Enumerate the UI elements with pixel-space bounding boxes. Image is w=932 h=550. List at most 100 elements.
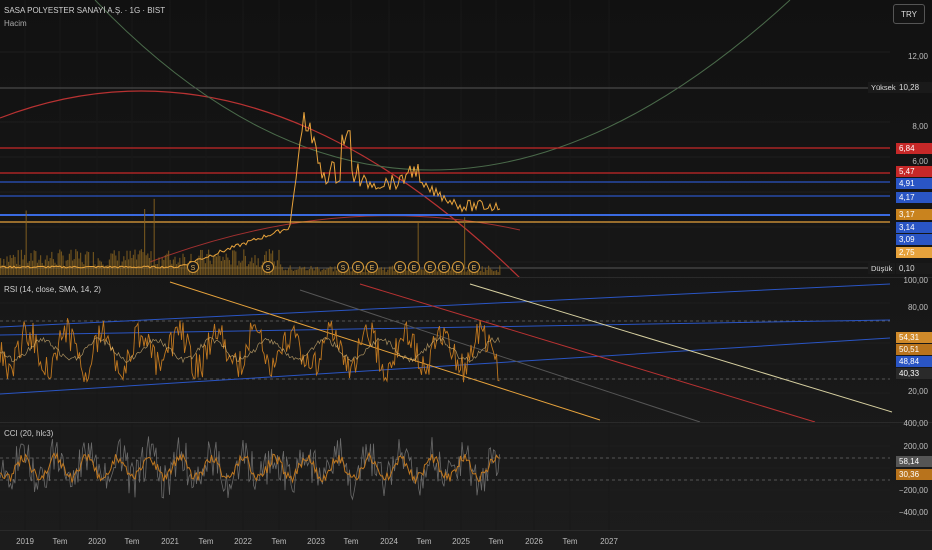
volume-bar [249,261,251,275]
time-axis-label: Tem [271,537,287,546]
time-axis-label: Tem [198,537,214,546]
volume-bar [377,268,379,275]
volume-bar [139,250,141,275]
split-event-icon[interactable]: S [187,261,199,273]
low-label: Düşük [868,263,896,274]
rsi-tick: 80,00 [907,303,928,312]
volume-bar [332,271,334,275]
rsi-badge: 54,31 [896,332,932,343]
volume-bar [489,268,491,275]
rsi-title[interactable]: RSI (14, close, SMA, 14, 2) [4,285,101,294]
volume-bar [419,268,421,275]
volume-bar [435,269,437,275]
volume-bar [294,269,296,275]
volume-bar [203,259,205,275]
volume-bar [276,260,278,275]
volume-bar [283,270,285,275]
volume-bar [252,263,254,275]
chart-canvas[interactable]: SSSEEEEEEEE [0,0,932,550]
volume-bar [168,250,170,275]
volume-bar [129,250,131,275]
earnings-event-icon[interactable]: E [352,261,364,273]
split-event-icon[interactable]: S [337,261,349,273]
volume-bar [366,271,368,275]
time-axis-label: 2027 [600,537,618,546]
volume-bar [17,250,19,275]
volume-bar [155,264,157,275]
rsi-badge: 40,33 [896,368,932,379]
volume-bar [462,271,464,275]
volume-bar [243,249,245,275]
volume-bar [171,263,173,275]
volume-bar [364,265,366,275]
volume-bar [321,270,323,275]
currency-button[interactable]: TRY [893,4,925,24]
volume-bar [200,249,202,275]
volume-bar [8,261,10,275]
volume-bar [40,255,42,275]
volume-bar [305,270,307,275]
volume-bar [104,266,106,275]
volume-bar [62,255,64,275]
volume-bar [216,256,218,275]
volume-bar [57,253,59,275]
volume-bar [70,249,72,275]
volume-bar [184,257,186,275]
earnings-event-icon[interactable]: E [438,261,450,273]
cci-title[interactable]: CCI (20, hlc3) [4,429,53,438]
volume-bar [73,259,75,275]
symbol-title[interactable]: SASA POLYESTER SANAYİ A.Ş. · 1G · BIST [4,6,165,15]
pane-separator-cci[interactable] [0,422,932,423]
time-axis-label: 2025 [452,537,470,546]
time-axis-label: Tem [488,537,504,546]
earnings-event-icon[interactable]: E [424,261,436,273]
time-axis-label: Tem [562,537,578,546]
volume-bar [492,271,494,275]
volume-bar [254,255,256,275]
earnings-event-icon[interactable]: E [394,261,406,273]
volume-bar [257,258,259,275]
earnings-event-icon[interactable]: E [366,261,378,273]
volume-bar [483,271,485,275]
volume-bar [313,270,315,275]
volume-bar [228,260,230,275]
volume-bar [92,252,94,275]
volume-bar [27,262,29,275]
volume-bar [131,258,133,275]
volume-bar [180,266,182,275]
volume-bar [307,270,309,275]
volume-bar [300,268,302,275]
price-tick: 6,00 [912,157,928,166]
split-event-icon[interactable]: S [262,261,274,273]
volume-bar [251,257,253,275]
price-tick: 12,00 [907,52,928,61]
volume-bar [292,270,294,275]
volume-bar [288,268,290,275]
volume-bar [60,251,62,275]
price-badge: 5,47 [896,166,932,177]
volume-bar [248,264,250,275]
earnings-event-icon[interactable]: E [408,261,420,273]
time-axis-separator [0,530,932,531]
volume-bar [329,266,331,275]
volume-bar [78,258,80,275]
volume-bar [211,264,213,275]
volume-bar [388,266,390,275]
earnings-event-icon[interactable]: E [468,261,480,273]
volume-bar [406,270,408,275]
volume-bar [334,266,336,275]
volume-bar [424,270,426,275]
earnings-event-icon[interactable]: E [452,261,464,273]
pane-separator-rsi[interactable] [0,277,932,278]
volume-label[interactable]: Hacim [4,19,27,28]
volume-bar [361,271,363,275]
time-axis-label: 2021 [161,537,179,546]
volume-bar [59,249,61,275]
volume-bar [422,269,424,275]
volume-bar [393,270,395,275]
volume-bar [115,255,117,275]
volume-bar [486,269,488,275]
marker-letter: E [472,265,477,272]
cci-tick: −200,00 [898,486,928,495]
high-label: Yüksek [868,82,899,93]
